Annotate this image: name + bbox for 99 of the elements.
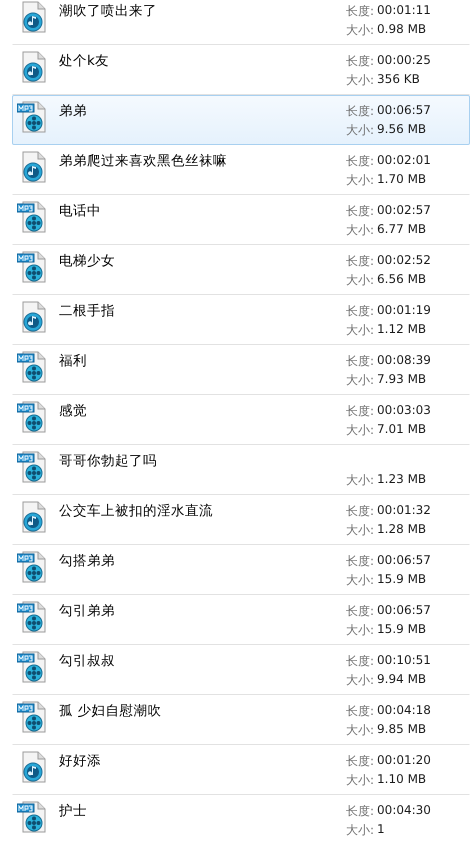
size-value: 1 <box>377 822 385 838</box>
length-value: 00:00:25 <box>377 53 431 69</box>
length-value: 00:02:52 <box>377 253 431 269</box>
file-name: 勾引叔叔 <box>59 652 116 670</box>
file-name: 处个k友 <box>59 52 110 70</box>
file-row[interactable]: 好好添 长度: 00:01:20 大小: 1.10 MB <box>12 745 470 795</box>
file-name: 好好添 <box>59 752 102 770</box>
file-row[interactable]: 福利 长度: 00:08:39 大小: 7.93 MB <box>12 345 470 395</box>
length-label: 长度: <box>346 53 374 69</box>
length-label: 长度: <box>346 653 374 669</box>
file-name: 感觉 <box>59 402 88 420</box>
file-row[interactable]: 勾引叔叔 长度: 00:10:51 大小: 9.94 MB <box>12 645 470 695</box>
length-label: 长度: <box>346 3 374 19</box>
length-value: 00:06:57 <box>377 103 431 119</box>
size-value: 7.01 MB <box>377 422 426 438</box>
size-label: 大小: <box>346 622 374 638</box>
size-label: 大小: <box>346 222 374 238</box>
file-name: 弟弟爬过来喜欢黑色丝袜嘛 <box>59 152 228 170</box>
size-label: 大小: <box>346 422 374 438</box>
size-label: 大小: <box>346 22 374 38</box>
size-value: 9.56 MB <box>377 122 426 138</box>
size-label: 大小: <box>346 322 374 338</box>
file-row[interactable]: 弟弟爬过来喜欢黑色丝袜嘛 长度: 00:02:01 大小: 1.70 MB <box>12 145 470 195</box>
file-row[interactable]: 电梯少女 长度: 00:02:52 大小: 6.56 MB <box>12 245 470 295</box>
size-label: 大小: <box>346 822 374 838</box>
file-row[interactable]: 公交车上被扣的淫水直流 长度: 00:01:32 大小: 1.28 MB <box>12 495 470 545</box>
file-name: 孤 少妇自慰潮吹 <box>59 702 162 720</box>
size-value: 9.85 MB <box>377 722 426 738</box>
size-value: 15.9 MB <box>377 572 426 588</box>
size-label: 大小: <box>346 672 374 688</box>
length-label: 长度: <box>346 353 374 369</box>
file-name: 电梯少女 <box>59 252 116 270</box>
file-name: 哥哥你勃起了吗 <box>59 452 158 470</box>
file-row[interactable]: 勾搭弟弟 长度: 00:06:57 大小: 15.9 MB <box>12 545 470 595</box>
size-label: 大小: <box>346 522 374 538</box>
size-label: 大小: <box>346 272 374 288</box>
length-value: 00:06:57 <box>377 603 431 619</box>
length-label: 长度: <box>346 103 374 119</box>
file-row[interactable]: 弟弟 长度: 00:06:57 大小: 9.56 MB <box>12 95 470 145</box>
file-row[interactable]: 潮吹了喷出来了 长度: 00:01:11 大小: 0.98 MB <box>12 0 470 45</box>
length-value: 00:08:39 <box>377 353 431 369</box>
length-label: 长度: <box>346 403 374 419</box>
size-label: 大小: <box>346 72 374 88</box>
file-name: 公交车上被扣的淫水直流 <box>59 502 214 520</box>
file-row[interactable]: 哥哥你勃起了吗 大小: 1.23 MB <box>12 445 470 495</box>
file-name: 弟弟 <box>59 102 88 120</box>
length-value: 00:03:03 <box>377 403 431 419</box>
size-value: 6.77 MB <box>377 222 426 238</box>
size-value: 7.93 MB <box>377 372 426 388</box>
length-label: 长度: <box>346 803 374 819</box>
length-value: 00:02:57 <box>377 203 431 219</box>
size-value: 9.94 MB <box>377 672 426 688</box>
size-value: 1.10 MB <box>377 772 426 788</box>
length-value: 00:10:51 <box>377 653 431 669</box>
size-value: 0.98 MB <box>377 22 426 38</box>
file-name: 勾引弟弟 <box>59 602 116 620</box>
length-label: 长度: <box>346 153 374 169</box>
length-label: 长度: <box>346 603 374 619</box>
file-row[interactable]: 电话中 长度: 00:02:57 大小: 6.77 MB <box>12 195 470 245</box>
length-label: 长度: <box>346 303 374 319</box>
length-value: 00:01:11 <box>377 3 431 19</box>
size-label: 大小: <box>346 122 374 138</box>
size-label: 大小: <box>346 772 374 788</box>
file-name: 二根手指 <box>59 302 116 320</box>
file-name: 潮吹了喷出来了 <box>59 2 158 20</box>
length-value: 00:01:32 <box>377 503 431 519</box>
length-value: 00:04:18 <box>377 703 431 719</box>
length-value: 00:06:57 <box>377 553 431 569</box>
file-row[interactable]: 孤 少妇自慰潮吹 长度: 00:04:18 大小: 9.85 MB <box>12 695 470 745</box>
size-label: 大小: <box>346 372 374 388</box>
length-label: 长度: <box>346 203 374 219</box>
file-name: 勾搭弟弟 <box>59 552 116 570</box>
file-name: 福利 <box>59 352 88 370</box>
file-name: 电话中 <box>59 202 102 220</box>
size-value: 1.23 MB <box>377 472 426 488</box>
length-value: 00:01:19 <box>377 303 431 319</box>
size-label: 大小: <box>346 472 374 488</box>
size-value: 6.56 MB <box>377 272 426 288</box>
file-row[interactable]: 二根手指 长度: 00:01:19 大小: 1.12 MB <box>12 295 470 345</box>
length-label: 长度: <box>346 503 374 519</box>
length-label: 长度: <box>346 553 374 569</box>
length-label: 长度: <box>346 703 374 719</box>
size-value: 356 KB <box>377 72 420 88</box>
size-label: 大小: <box>346 572 374 588</box>
size-value: 1.12 MB <box>377 322 426 338</box>
size-label: 大小: <box>346 722 374 738</box>
size-value: 1.70 MB <box>377 172 426 188</box>
length-value: 00:01:20 <box>377 753 431 769</box>
length-label: 长度: <box>346 753 374 769</box>
file-row[interactable]: 感觉 长度: 00:03:03 大小: 7.01 MB <box>12 395 470 445</box>
size-value: 15.9 MB <box>377 622 426 638</box>
length-value: 00:04:30 <box>377 803 431 819</box>
length-value: 00:02:01 <box>377 153 431 169</box>
file-row[interactable]: 护士 长度: 00:04:30 大小: 1 <box>12 795 470 843</box>
length-label: 长度: <box>346 253 374 269</box>
size-value: 1.28 MB <box>377 522 426 538</box>
file-name: 护士 <box>59 802 88 820</box>
file-row[interactable]: 勾引弟弟 长度: 00:06:57 大小: 15.9 MB <box>12 595 470 645</box>
size-label: 大小: <box>346 172 374 188</box>
